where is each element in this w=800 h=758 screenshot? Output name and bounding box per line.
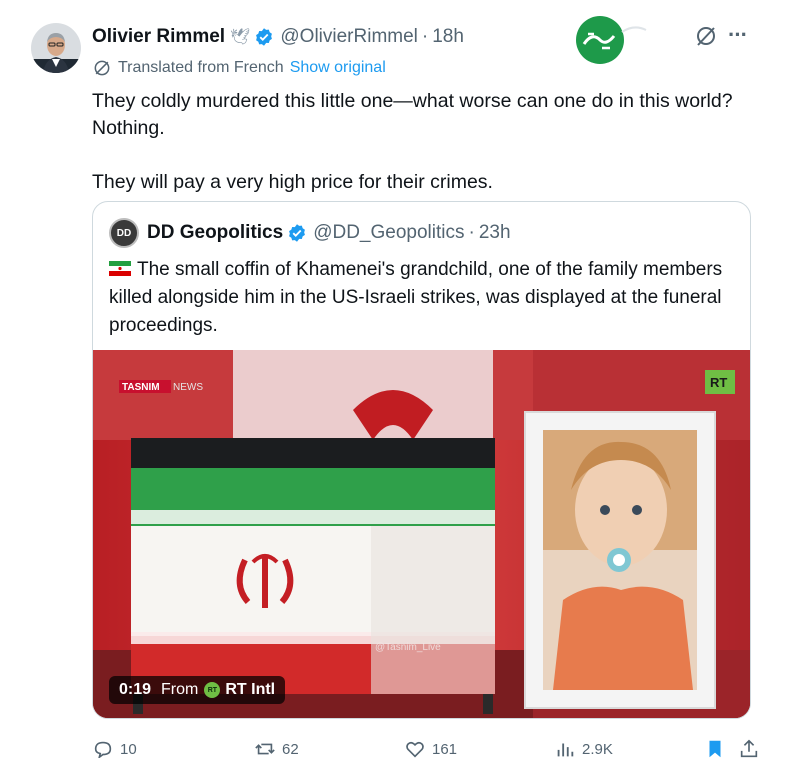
rt-source-icon: RT	[204, 682, 221, 698]
bookmark-button[interactable]	[704, 738, 732, 758]
video-source[interactable]: RT Intl	[225, 681, 275, 699]
rt-logo: RT	[705, 370, 735, 394]
bottom-watermark: @Tasnim_Live	[375, 642, 441, 653]
svg-text:TASNIM: TASNIM	[122, 382, 160, 393]
separator-dot: ·	[468, 222, 475, 243]
tweet-header: Olivier Rimmel 🕊 @OlivierRimmel · 18h	[92, 24, 464, 50]
share-icon	[740, 739, 758, 758]
video-duration: 0:19	[119, 681, 152, 698]
video-frame: TASNIM NEWS RT @Tasnim_Live	[93, 350, 750, 718]
like-count: 161	[432, 740, 458, 758]
like-button[interactable]: 161	[404, 738, 457, 758]
author-avatar[interactable]	[31, 23, 81, 73]
repost-icon	[255, 743, 275, 755]
translation-label: Translated from French	[118, 59, 284, 76]
svg-text:NEWS: NEWS	[173, 382, 203, 393]
coffin	[131, 438, 495, 714]
dove-icon: 🕊	[230, 29, 251, 46]
quoted-author-name[interactable]: DD Geopolitics	[147, 222, 283, 244]
grok-icon[interactable]	[694, 24, 718, 48]
tweet: Olivier Rimmel 🕊 @OlivierRimmel · 18h ··…	[14, 10, 762, 758]
quoted-text-body: The small coffin of Khamenei's grandchil…	[109, 259, 723, 336]
author-handle[interactable]: @OlivierRimmel	[280, 26, 418, 48]
iran-flag-icon	[109, 261, 131, 276]
post-text: They coldly murdered this little one—wha…	[92, 88, 757, 196]
action-bar: 10 62 161 2.9K	[92, 738, 760, 758]
video-media[interactable]: TASNIM NEWS RT @Tasnim_Live 0:19 From RT…	[93, 350, 750, 718]
view-count: 2.9K	[582, 740, 613, 758]
post-text-line2: They will pay a very high price for thei…	[92, 171, 493, 193]
author-name[interactable]: Olivier Rimmel	[92, 26, 225, 48]
translation-note: Translated from French Show original	[92, 58, 386, 78]
heart-icon	[406, 741, 424, 758]
verified-badge-icon	[287, 223, 307, 243]
translate-icon	[92, 58, 112, 78]
repost-button[interactable]: 62	[254, 738, 299, 758]
reply-icon	[94, 741, 112, 758]
video-info-badge: 0:19 From RT RT Intl	[109, 676, 286, 704]
views-button[interactable]: 2.9K	[554, 738, 613, 758]
photo-frame	[524, 411, 716, 709]
quoted-post-time[interactable]: 23h	[479, 222, 511, 244]
views-chart-icon	[557, 743, 574, 757]
share-button[interactable]	[738, 738, 766, 758]
repost-count: 62	[282, 740, 299, 758]
more-options-icon[interactable]: ···	[728, 22, 748, 48]
post-time[interactable]: 18h	[432, 26, 464, 48]
brand-logo	[574, 14, 648, 66]
quoted-author-handle[interactable]: @DD_Geopolitics	[313, 222, 464, 244]
reply-count: 10	[120, 740, 137, 758]
quoted-author-avatar[interactable]: DD	[109, 218, 139, 248]
svg-text:RT: RT	[710, 375, 727, 390]
reply-button[interactable]: 10	[92, 738, 137, 758]
separator-dot: ·	[421, 26, 429, 47]
show-original-link[interactable]: Show original	[290, 59, 386, 77]
verified-badge-icon	[254, 27, 274, 47]
quoted-tweet-header: DD DD Geopolitics @DD_Geopolitics · 23h	[109, 218, 511, 248]
post-text-line1: They coldly murdered this little one—wha…	[92, 90, 733, 139]
video-from-label: From	[161, 681, 199, 698]
quoted-tweet-text: The small coffin of Khamenei's grandchil…	[109, 256, 739, 340]
bookmark-icon	[709, 740, 721, 758]
tasnim-watermark: TASNIM NEWS	[119, 380, 203, 393]
quoted-tweet[interactable]: DD DD Geopolitics @DD_Geopolitics · 23h …	[92, 201, 751, 719]
